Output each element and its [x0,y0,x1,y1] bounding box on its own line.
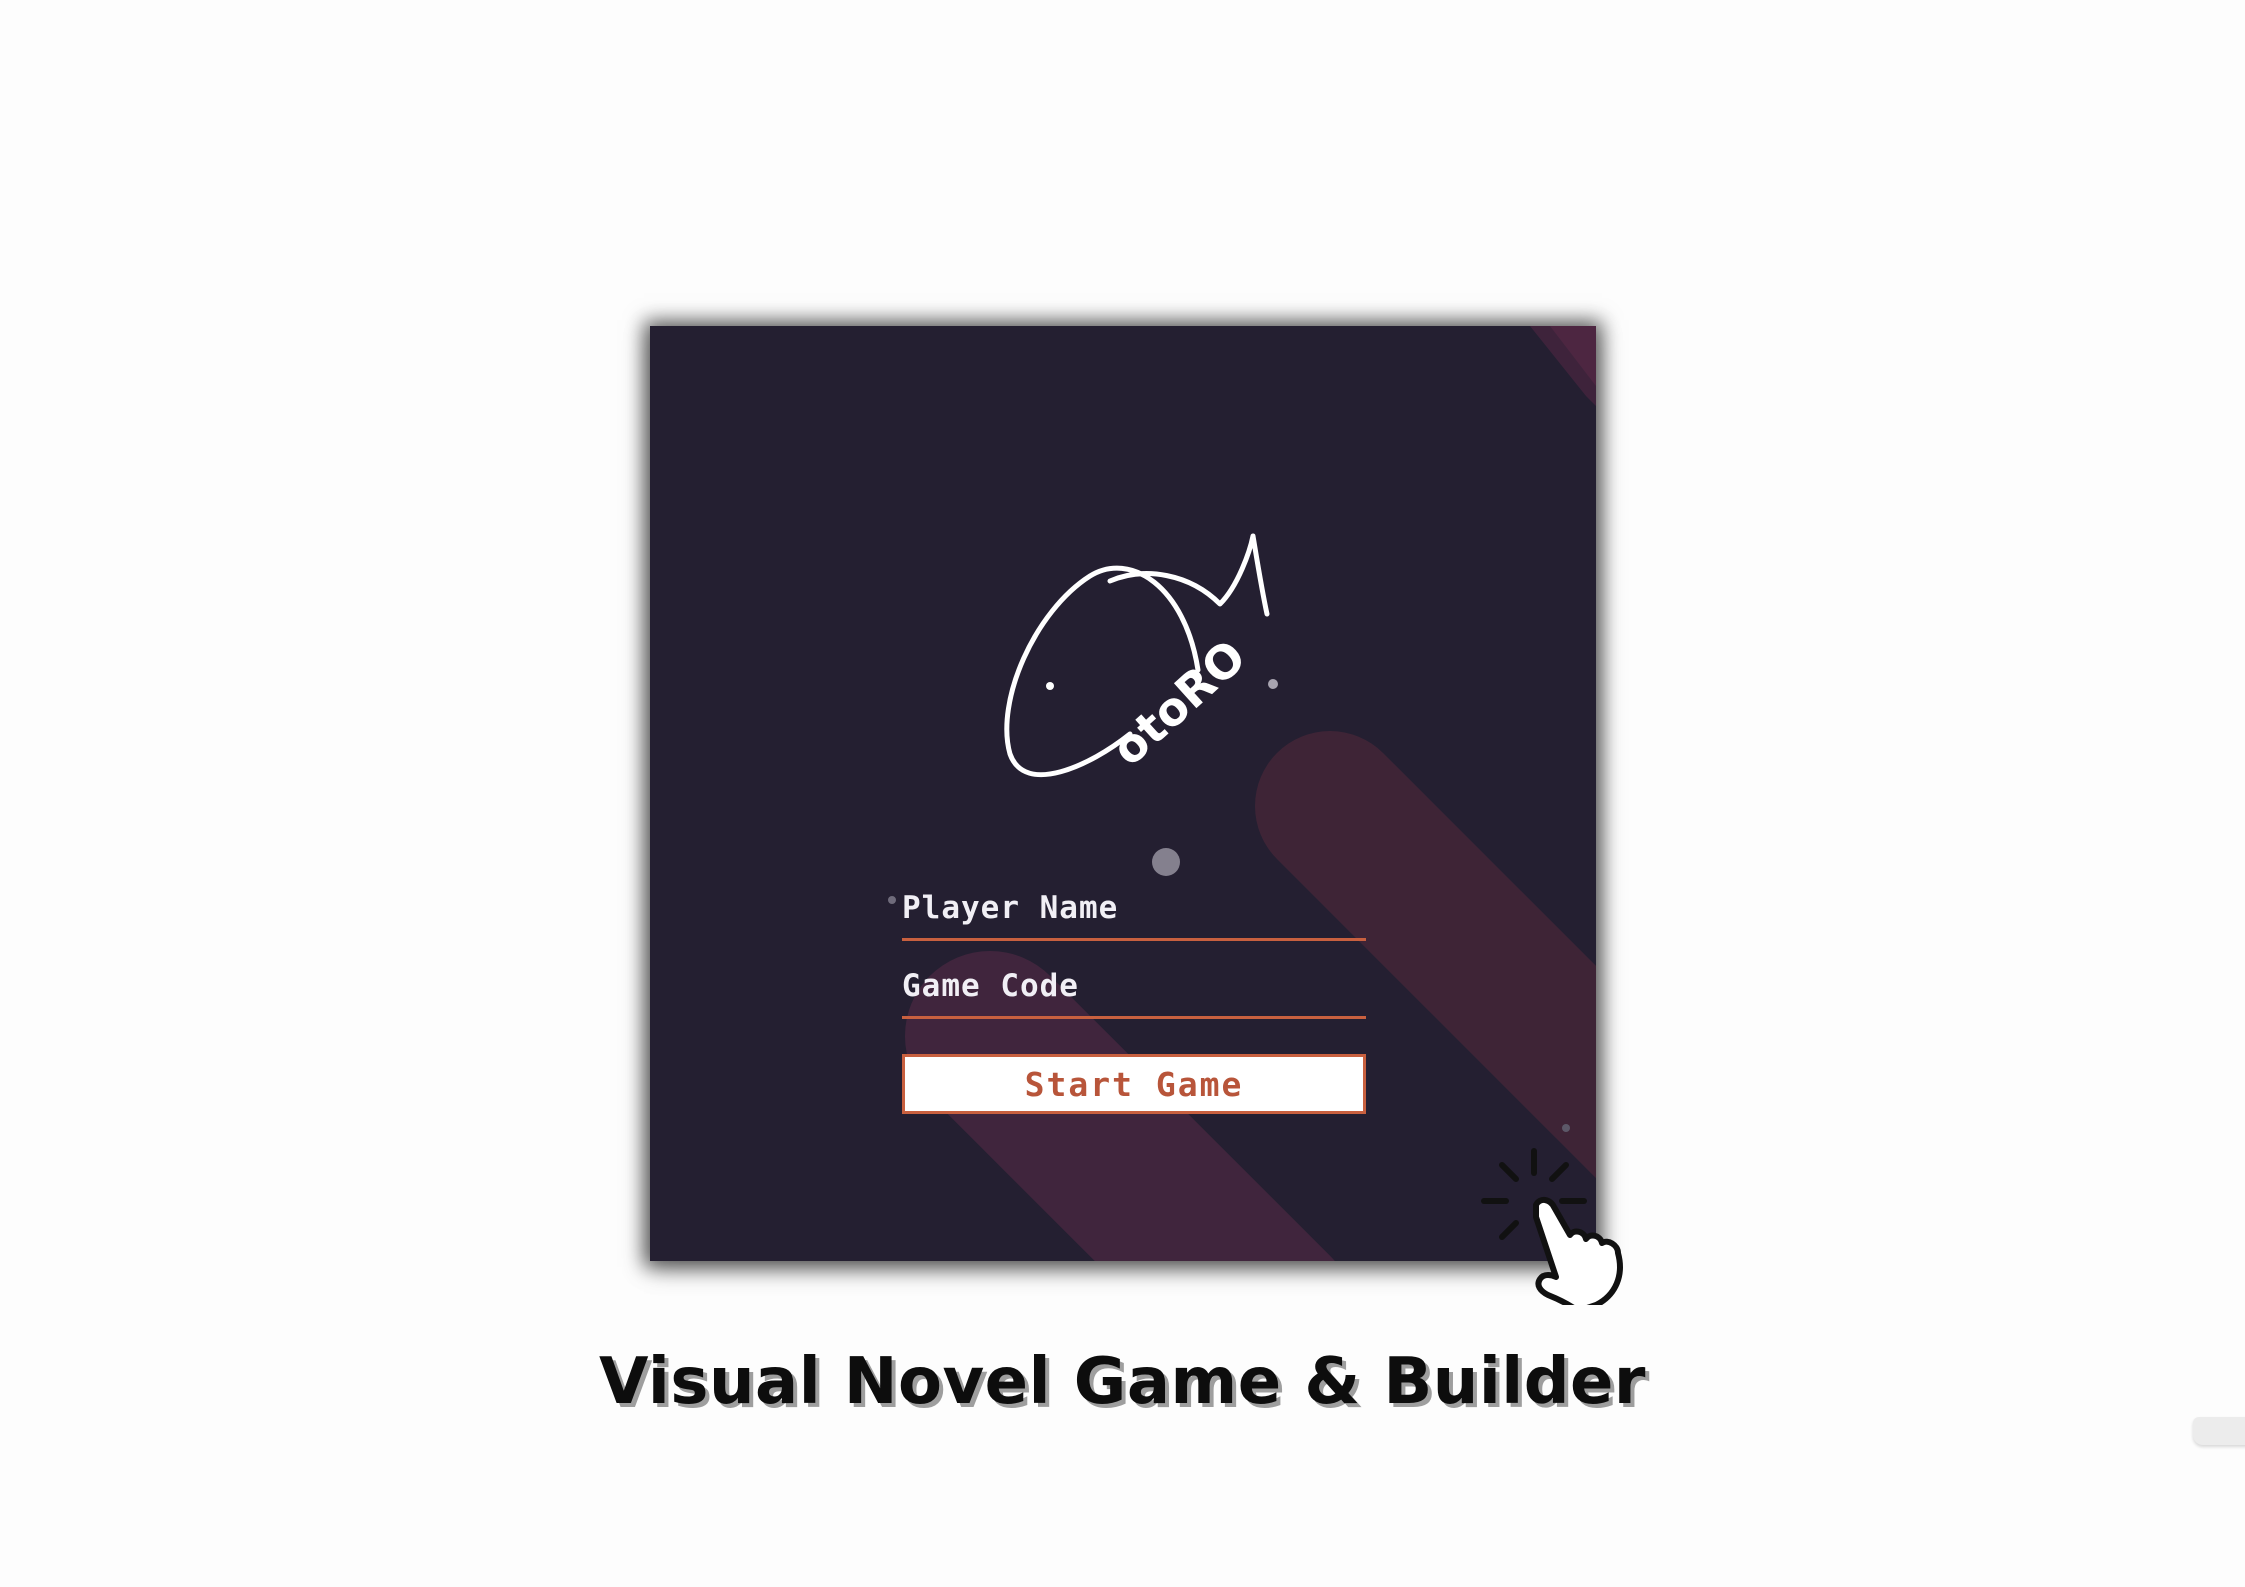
decorative-dot [1562,1124,1570,1132]
page-caption: Visual Novel Game & Builder [599,1345,1646,1419]
side-tab[interactable] [2193,1417,2245,1445]
start-game-label: Start Game [1024,1064,1244,1104]
logo-text: otoRO [1101,629,1256,776]
game-code-input[interactable]: Game Code [902,968,1366,1019]
start-game-button[interactable]: Start Game [902,1054,1366,1114]
decorative-dot [888,896,896,904]
decorative-dot [1152,848,1180,876]
pointer-click-icon [1481,1148,1623,1305]
player-name-placeholder: Player Name [902,890,1119,926]
game-login-window: otoRO Player Name Game Code Start Game [650,326,1596,1261]
player-name-input[interactable]: Player Name [902,890,1366,941]
game-code-placeholder: Game Code [902,968,1079,1004]
otoro-logo: otoRO [1004,533,1278,777]
